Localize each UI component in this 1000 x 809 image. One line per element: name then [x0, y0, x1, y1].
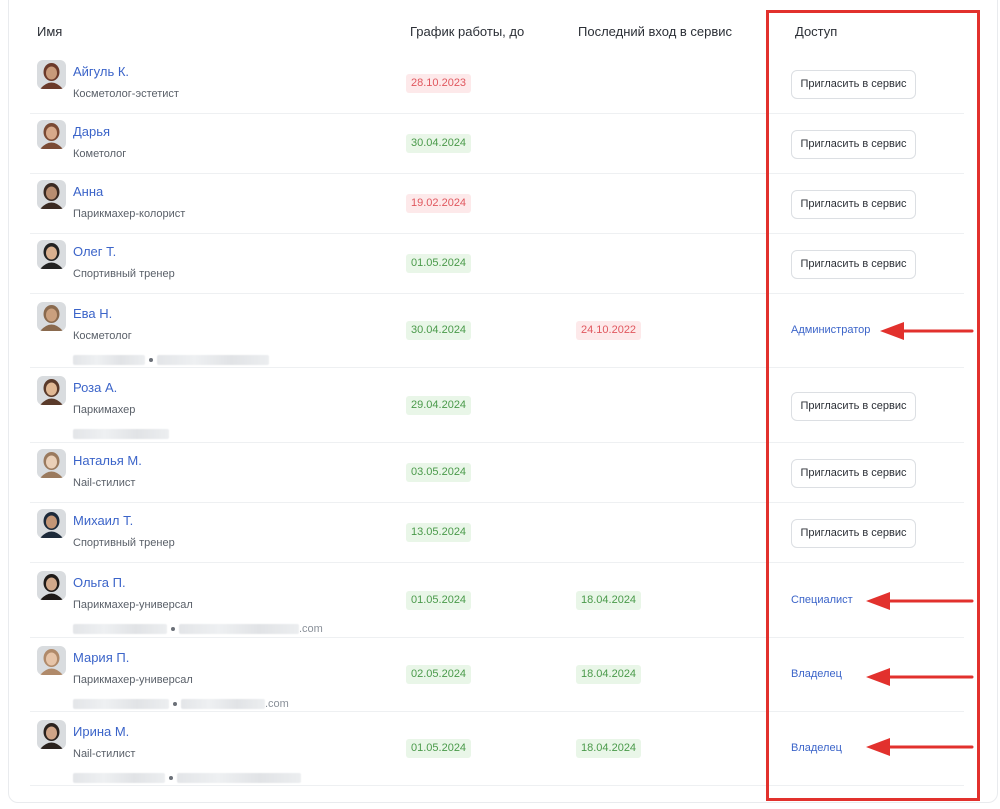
avatar	[37, 240, 66, 269]
avatar	[37, 720, 66, 749]
employee-role: Косметолог	[73, 330, 132, 342]
schedule-until-badge: 29.04.2024	[406, 396, 472, 415]
arrow-to-admin	[880, 322, 974, 340]
table-row: Ольга П. Парикмахер-универсал .com 01.05.20…	[30, 563, 964, 638]
schedule-until-badge: 19.02.2024	[406, 194, 472, 213]
schedule-until-badge: 01.05.2024	[406, 591, 472, 610]
employee-role: Парикмахер-универсал	[73, 674, 193, 686]
employee-role: Парикмахер-универсал	[73, 599, 193, 611]
employee-role: Парикмахер-колорист	[73, 208, 186, 220]
header-name: Имя	[37, 24, 63, 39]
table-row: Дарья Кометолог 30.04.2024 Пригласить в сер…	[30, 114, 964, 174]
employee-name-link[interactable]: Ирина М.	[73, 724, 129, 739]
avatar	[37, 646, 66, 675]
invite-to-service-button[interactable]: Пригласить в сервис	[791, 519, 916, 548]
employee-contact-redacted: .com	[73, 698, 289, 710]
employee-contact-redacted	[73, 354, 269, 366]
table-row: Олег Т. Спортивный тренер 01.05.2024 Пригла…	[30, 234, 964, 294]
employee-name-link[interactable]: Олег Т.	[73, 244, 116, 259]
invite-to-service-button[interactable]: Пригласить в сервис	[791, 459, 916, 488]
employee-role: Nail-стилист	[73, 477, 136, 489]
employee-contact-redacted	[73, 772, 301, 784]
invite-to-service-button[interactable]: Пригласить в сервис	[791, 70, 916, 99]
avatar	[37, 509, 66, 538]
employee-name-link[interactable]: Ольга П.	[73, 575, 126, 590]
avatar	[37, 571, 66, 600]
avatar	[37, 449, 66, 478]
employee-name-link[interactable]: Дарья	[73, 124, 110, 139]
employee-name-link[interactable]: Михаил Т.	[73, 513, 133, 528]
table-row: Ирина М. Nail-стилист 01.05.2024 18.04.2024…	[30, 712, 964, 786]
avatar	[37, 376, 66, 405]
table-row: Ева Н. Косметолог 30.04.2024 24.10.2022 Адми…	[30, 294, 964, 368]
schedule-until-badge: 30.04.2024	[406, 321, 472, 340]
header-schedule[interactable]: График работы, до	[410, 24, 524, 39]
employee-role: Паркимахер	[73, 404, 136, 416]
schedule-until-badge: 02.05.2024	[406, 665, 472, 684]
employee-contact-redacted	[73, 428, 169, 440]
employee-role: Спортивный тренер	[73, 537, 175, 549]
access-role-link[interactable]: Владелец	[791, 742, 842, 754]
arrow-to-specialist	[866, 592, 974, 610]
employee-name-link[interactable]: Ева Н.	[73, 306, 112, 321]
schedule-until-badge: 01.05.2024	[406, 254, 472, 273]
invite-to-service-button[interactable]: Пригласить в сервис	[791, 130, 916, 159]
employee-name-link[interactable]: Айгуль К.	[73, 64, 129, 79]
invite-to-service-button[interactable]: Пригласить в сервис	[791, 190, 916, 219]
table-row: Анна Парикмахер-колорист 19.02.2024 Приглас…	[30, 174, 964, 234]
employee-name-link[interactable]: Мария П.	[73, 650, 129, 665]
employee-role: Nail-стилист	[73, 748, 136, 760]
employee-name-link[interactable]: Анна	[73, 184, 103, 199]
last-login-badge: 18.04.2024	[576, 665, 642, 684]
last-login-badge: 24.10.2022	[576, 321, 642, 340]
table-row: Наталья М. Nail-стилист 03.05.2024 Пригласи…	[30, 443, 964, 503]
schedule-until-badge: 30.04.2024	[406, 134, 472, 153]
header-access: Доступ	[795, 24, 838, 39]
contact-domain-suffix: .com	[299, 623, 323, 635]
table-header: Имя График работы, до Последний вход в с…	[0, 0, 1000, 56]
schedule-until-badge: 03.05.2024	[406, 463, 472, 482]
invite-to-service-button[interactable]: Пригласить в сервис	[791, 250, 916, 279]
last-login-badge: 18.04.2024	[576, 591, 642, 610]
header-last-login[interactable]: Последний вход в сервис	[578, 24, 732, 39]
avatar	[37, 180, 66, 209]
employee-name-link[interactable]: Наталья М.	[73, 453, 142, 468]
table-row: Михаил Т. Спортивный тренер 13.05.2024 Приг…	[30, 503, 964, 563]
avatar	[37, 302, 66, 331]
employee-role: Косметолог-эстетист	[73, 88, 179, 100]
contact-domain-suffix: .com	[265, 698, 289, 710]
table-row: Мария П. Парикмахер-универсал .com 02.05.20…	[30, 638, 964, 712]
access-role-link[interactable]: Владелец	[791, 668, 842, 680]
employee-name-link[interactable]: Роза А.	[73, 380, 117, 395]
table-row: Роза А. Паркимахер 29.04.2024 Пригласить в …	[30, 368, 964, 443]
avatar	[37, 60, 66, 89]
schedule-until-badge: 01.05.2024	[406, 739, 472, 758]
arrow-to-owner-1	[866, 668, 974, 686]
employee-contact-redacted: .com	[73, 623, 323, 635]
employee-role: Спортивный тренер	[73, 268, 175, 280]
employee-role: Кометолог	[73, 148, 127, 160]
last-login-badge: 18.04.2024	[576, 739, 642, 758]
avatar	[37, 120, 66, 149]
schedule-until-badge: 13.05.2024	[406, 523, 472, 542]
schedule-until-badge: 28.10.2023	[406, 74, 472, 93]
access-role-link[interactable]: Специалист	[791, 594, 853, 606]
table-row: Айгуль К. Косметолог-эстетист 28.10.2023 Пр…	[30, 54, 964, 114]
arrow-to-owner-2	[866, 738, 974, 756]
invite-to-service-button[interactable]: Пригласить в сервис	[791, 392, 916, 421]
access-role-link[interactable]: Администратор	[791, 324, 870, 336]
